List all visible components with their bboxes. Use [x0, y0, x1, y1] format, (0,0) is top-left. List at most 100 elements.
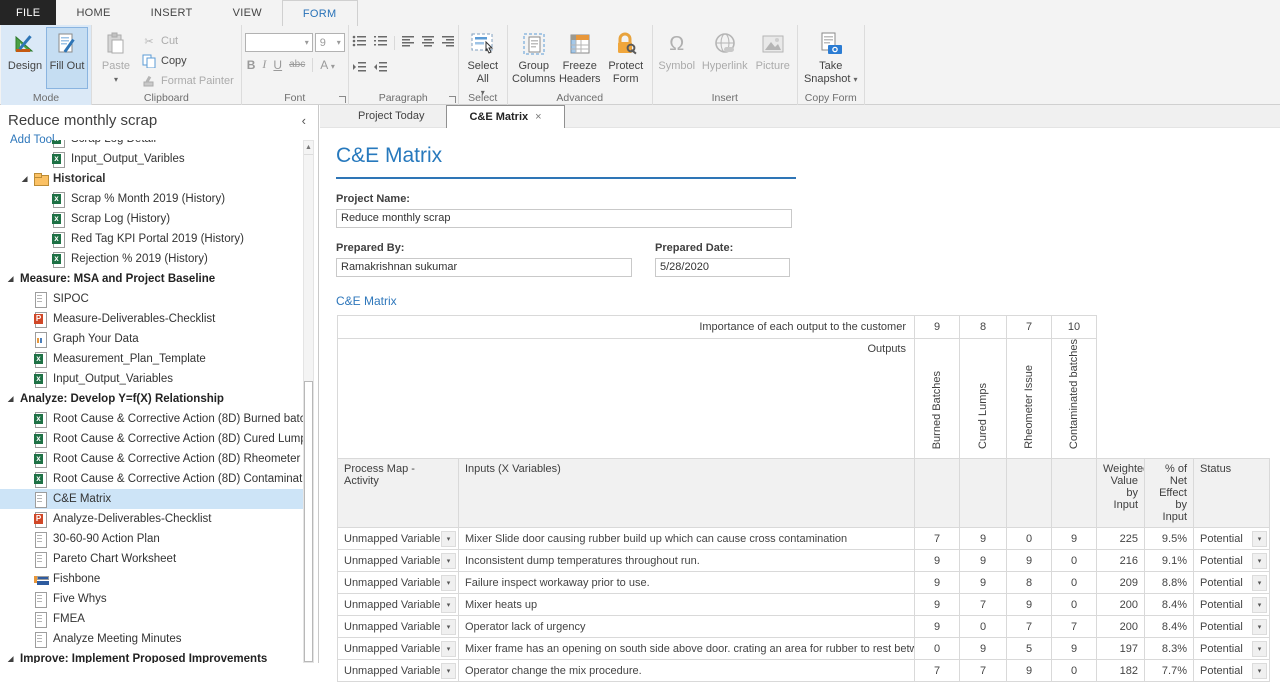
dropdown-arrow-icon[interactable]: ▾ [441, 575, 456, 591]
tree-item[interactable]: ◢ Red Tag KPI Portal 2019 (History) [0, 229, 304, 249]
output-column-header[interactable]: Contaminated batches [1052, 339, 1097, 459]
dropdown-arrow-icon[interactable]: ▾ [441, 663, 456, 679]
score-cell[interactable]: 7 [960, 594, 1007, 616]
status-dropdown[interactable]: Potential▾ [1194, 638, 1269, 659]
activity-dropdown[interactable]: Unmapped Variable▾ [338, 594, 458, 615]
output-column-header[interactable]: Burned Batches [915, 339, 960, 459]
font-size-combo[interactable]: 9▾ [315, 33, 345, 52]
activity-dropdown[interactable]: Unmapped Variable▾ [338, 572, 458, 593]
tab-form[interactable]: FORM [282, 0, 358, 26]
activity-dropdown[interactable]: Unmapped Variable▾ [338, 528, 458, 549]
score-cell[interactable]: 9 [915, 550, 960, 572]
dropdown-arrow-icon[interactable]: ▾ [1252, 619, 1267, 635]
align-left-icon[interactable] [401, 34, 415, 52]
input-variable-cell[interactable]: Inconsistent dump temperatures throughou… [459, 550, 915, 572]
tree-item[interactable]: ◢ Analyze: Develop Y=f(X) Relationship [0, 389, 304, 409]
dropdown-arrow-icon[interactable]: ▾ [441, 619, 456, 635]
importance-cell[interactable]: 8 [960, 316, 1007, 339]
activity-dropdown[interactable]: Unmapped Variable▾ [338, 550, 458, 571]
dropdown-arrow-icon[interactable]: ▾ [1252, 575, 1267, 591]
paste-button[interactable]: Paste ▾ [95, 27, 137, 89]
activity-dropdown[interactable]: Unmapped Variable▾ [338, 616, 458, 637]
input-variable-cell[interactable]: Mixer Slide door causing rubber build up… [459, 528, 915, 550]
tree-item[interactable]: ◢ Root Cause & Corrective Action (8D) Cu… [0, 429, 304, 449]
fill-out-button[interactable]: Fill Out [46, 27, 88, 89]
importance-cell[interactable]: 7 [1007, 316, 1052, 339]
score-cell[interactable]: 0 [1052, 572, 1097, 594]
dropdown-arrow-icon[interactable]: ▾ [441, 597, 456, 613]
score-cell[interactable]: 9 [1007, 594, 1052, 616]
score-cell[interactable]: 9 [960, 572, 1007, 594]
activity-dropdown[interactable]: Unmapped Variable▾ [338, 660, 458, 681]
dropdown-arrow-icon[interactable]: ▾ [1252, 553, 1267, 569]
dropdown-arrow-icon[interactable]: ▾ [1252, 641, 1267, 657]
tree-item[interactable]: ◢ SIPOC [0, 289, 304, 309]
dropdown-arrow-icon[interactable]: ▾ [441, 531, 456, 547]
expander-icon[interactable]: ◢ [22, 175, 34, 183]
tree-item[interactable]: ◢ Root Cause & Corrective Action (8D) Co… [0, 469, 304, 489]
tree-item[interactable]: ◢ Scrap Log Detail [0, 140, 304, 149]
score-cell[interactable]: 9 [1052, 528, 1097, 550]
status-dropdown[interactable]: Potential▾ [1194, 660, 1269, 681]
tab-insert[interactable]: INSERT [131, 0, 213, 25]
dropdown-arrow-icon[interactable]: ▾ [441, 553, 456, 569]
scrollbar-up-icon[interactable]: ▲ [304, 141, 313, 155]
score-cell[interactable]: 0 [1052, 550, 1097, 572]
copy-button[interactable]: Copy [137, 51, 238, 71]
underline-button[interactable]: U [273, 58, 282, 72]
tree-item[interactable]: ◢ FMEA [0, 609, 304, 629]
score-cell[interactable]: 9 [1052, 638, 1097, 660]
importance-cell[interactable]: 10 [1052, 316, 1097, 339]
importance-cell[interactable]: 9 [915, 316, 960, 339]
prepared-date-input[interactable]: 5/28/2020 [655, 258, 790, 277]
take-snapshot-dropdown-arrow[interactable]: ▾ [854, 75, 858, 84]
tree-item[interactable]: ◢ Scrap Log (History) [0, 209, 304, 229]
hyperlink-button[interactable]: Hyperlink [698, 27, 752, 89]
score-cell[interactable]: 8 [1007, 572, 1052, 594]
dropdown-arrow-icon[interactable]: ▾ [1252, 597, 1267, 613]
score-cell[interactable]: 5 [1007, 638, 1052, 660]
select-all-button[interactable]: Select All ▾ [462, 27, 504, 100]
align-center-icon[interactable] [421, 34, 435, 52]
score-cell[interactable]: 9 [1007, 550, 1052, 572]
freeze-headers-button[interactable]: Freeze Headers [557, 27, 603, 89]
tree-item[interactable]: ◢ Root Cause & Corrective Action (8D) Bu… [0, 409, 304, 429]
expander-icon[interactable]: ◢ [8, 655, 20, 663]
tree-item[interactable]: ◢ Five Whys [0, 589, 304, 609]
input-variable-cell[interactable]: Mixer frame has an opening on south side… [459, 638, 915, 660]
cut-button[interactable]: ✂Cut [137, 31, 238, 51]
tab-file[interactable]: FILE [0, 0, 56, 25]
output-column-header[interactable]: Cured Lumps [960, 339, 1007, 459]
italic-button[interactable]: I [262, 57, 266, 72]
tree-item[interactable]: ◢ Improve: Implement Proposed Improvemen… [0, 649, 304, 663]
score-cell[interactable]: 9 [915, 616, 960, 638]
tree-item[interactable]: ◢ Input_Output_Variables [0, 369, 304, 389]
score-cell[interactable]: 9 [960, 638, 1007, 660]
input-variable-cell[interactable]: Mixer heats up [459, 594, 915, 616]
status-dropdown[interactable]: Potential▾ [1194, 528, 1269, 549]
bullet-list-icon[interactable] [352, 34, 367, 52]
expander-icon[interactable]: ◢ [8, 275, 20, 283]
tree-item[interactable]: ◢ Fishbone [0, 569, 304, 589]
picture-button[interactable]: Picture [752, 27, 794, 89]
group-columns-button[interactable]: Group Columns [511, 27, 557, 89]
font-color-button[interactable]: A ▾ [320, 58, 335, 72]
tree-item[interactable]: ◢ 30-60-90 Action Plan [0, 529, 304, 549]
score-cell[interactable]: 9 [960, 528, 1007, 550]
tree-item[interactable]: ◢ Historical [0, 169, 304, 189]
align-right-icon[interactable] [441, 34, 455, 52]
tree-item[interactable]: ◢ Analyze Meeting Minutes [0, 629, 304, 649]
tree-item[interactable]: ◢ Pareto Chart Worksheet [0, 549, 304, 569]
dropdown-arrow-icon[interactable]: ▾ [1252, 531, 1267, 547]
tree-item[interactable]: ◢ Analyze-Deliverables-Checklist [0, 509, 304, 529]
dropdown-arrow-icon[interactable]: ▾ [1252, 663, 1267, 679]
scrollbar-thumb[interactable] [304, 381, 313, 662]
tree-item[interactable]: ◢ Input_Output_Varibles [0, 149, 304, 169]
project-name-input[interactable]: Reduce monthly scrap [336, 209, 792, 228]
input-variable-cell[interactable]: Failure inspect workaway prior to use. [459, 572, 915, 594]
tree-item[interactable]: ◢ Measure-Deliverables-Checklist [0, 309, 304, 329]
tree-item[interactable]: ◢ C&E Matrix [0, 489, 304, 509]
tree-item[interactable]: ◢ Measurement_Plan_Template [0, 349, 304, 369]
score-cell[interactable]: 0 [1052, 594, 1097, 616]
sidebar-collapse-icon[interactable]: ‹ [298, 113, 310, 128]
